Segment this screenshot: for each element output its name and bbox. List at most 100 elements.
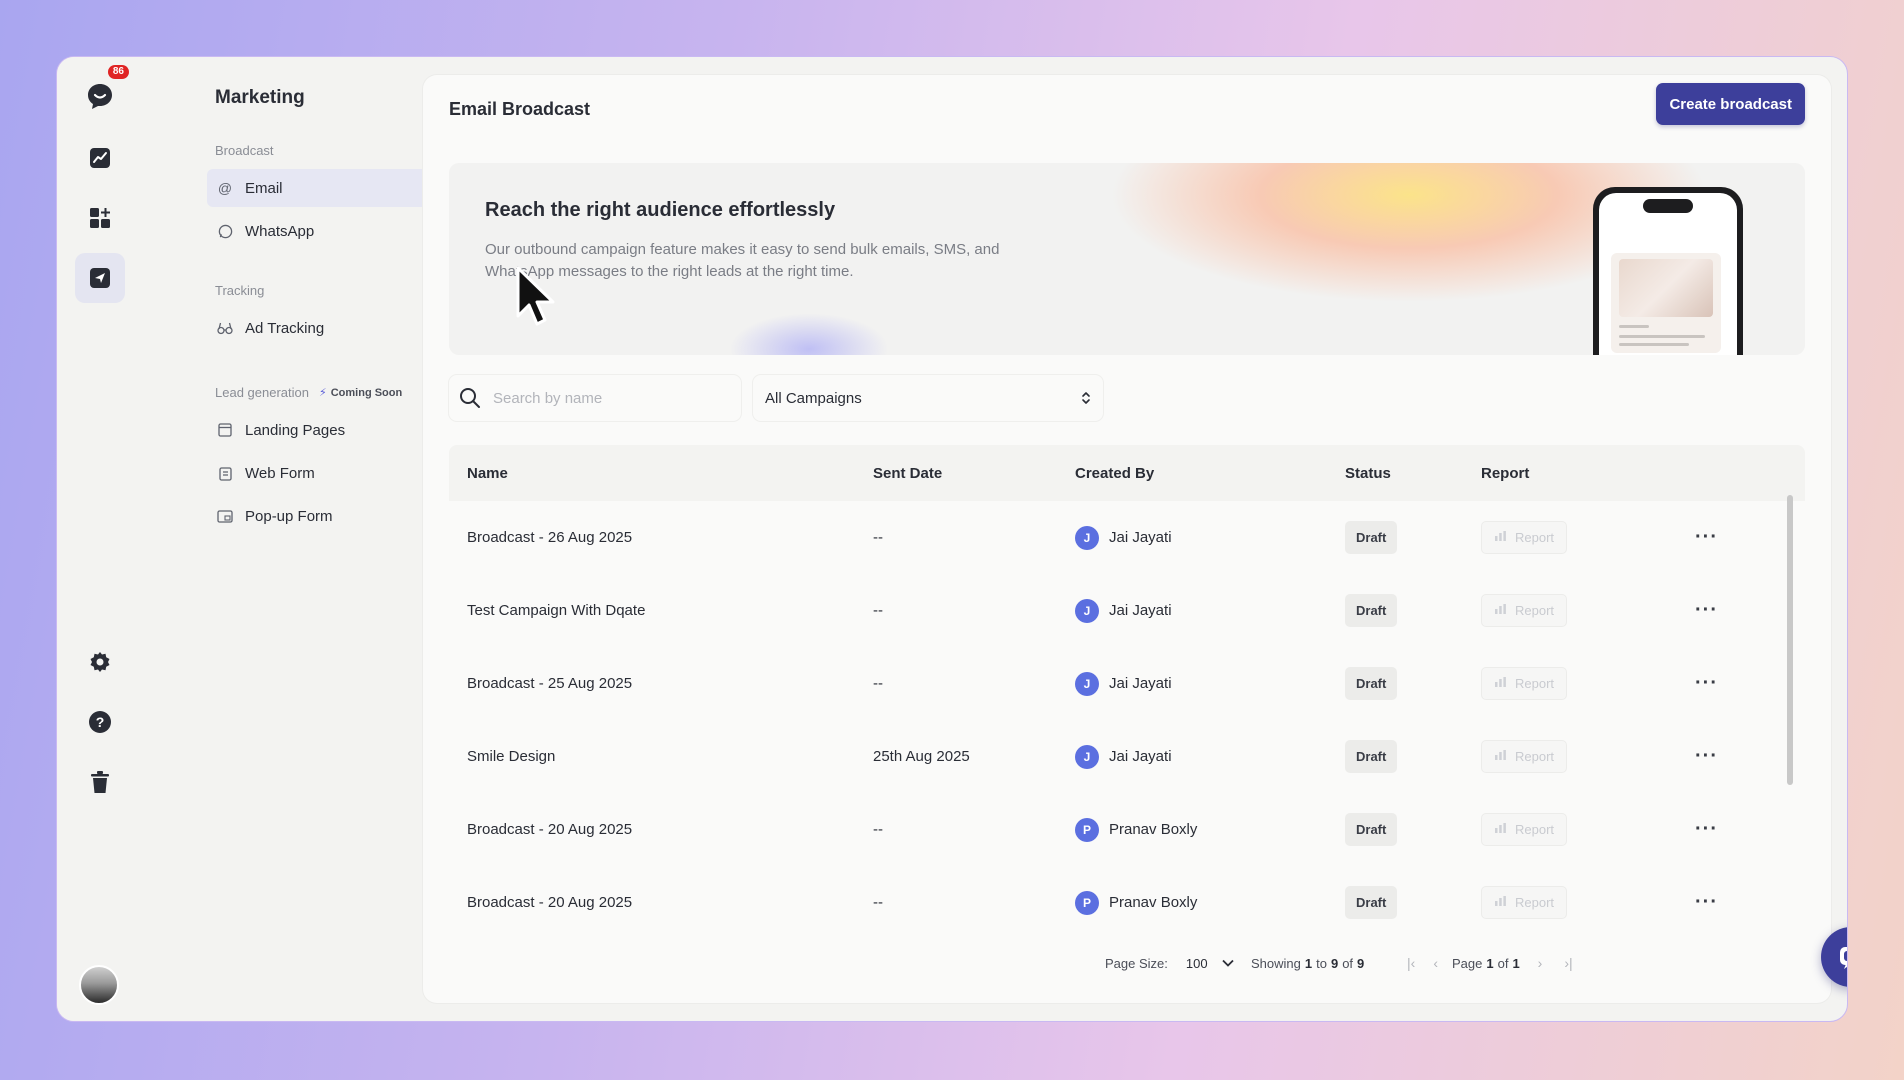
sidebar-title: Marketing bbox=[215, 87, 305, 108]
send-icon bbox=[90, 268, 110, 288]
main-panel: Email Broadcast Create broadcast Reach t… bbox=[423, 75, 1831, 1003]
chat-bubble-icon bbox=[1840, 947, 1847, 969]
sent-date: -- bbox=[873, 602, 883, 619]
search-input[interactable] bbox=[493, 389, 723, 407]
chat-logo-icon bbox=[88, 84, 112, 109]
sent-date: 25th Aug 2025 bbox=[873, 748, 970, 765]
analytics-icon bbox=[90, 148, 110, 168]
campaign-name[interactable]: Broadcast - 25 Aug 2025 bbox=[467, 647, 632, 720]
section-lead-generation: Lead generation ⚡ Coming Soon bbox=[215, 385, 402, 400]
creator-avatar: P bbox=[1075, 817, 1099, 842]
create-broadcast-button[interactable]: Create broadcast bbox=[1656, 83, 1805, 125]
table-row[interactable]: Broadcast - 20 Aug 2025 -- P Pranav Boxly Dr… bbox=[449, 793, 1805, 866]
page-size: Page Size: 100 bbox=[1105, 943, 1242, 983]
campaign-name[interactable]: Broadcast - 20 Aug 2025 bbox=[467, 793, 632, 866]
sent-date: -- bbox=[873, 675, 883, 692]
status-cell: Draft bbox=[1345, 501, 1398, 574]
broadcast-nav[interactable] bbox=[75, 253, 125, 303]
report-button[interactable]: Report bbox=[1481, 667, 1568, 700]
page-total: 1 bbox=[1512, 955, 1520, 971]
table-row[interactable]: Broadcast - 26 Aug 2025 -- J Jai Jayati Draf… bbox=[449, 501, 1805, 574]
settings-nav[interactable] bbox=[75, 637, 125, 687]
more-options-icon[interactable]: ··· bbox=[1695, 891, 1718, 914]
page-size-label: Page Size: bbox=[1105, 955, 1168, 971]
prev-page-icon[interactable]: ‹ bbox=[1433, 955, 1438, 971]
text-line bbox=[1619, 325, 1649, 328]
more-options-icon[interactable]: ··· bbox=[1695, 526, 1718, 549]
section-broadcast: Broadcast bbox=[215, 143, 274, 158]
campaign-name[interactable]: Test Campaign With Dqate bbox=[467, 574, 645, 647]
table-body: Broadcast - 26 Aug 2025 -- J Jai Jayati Draf… bbox=[449, 501, 1805, 935]
trash-nav[interactable] bbox=[75, 757, 125, 807]
creator-avatar: J bbox=[1075, 598, 1099, 623]
report-button[interactable]: Report bbox=[1481, 594, 1568, 627]
more-options-icon[interactable]: ··· bbox=[1695, 672, 1718, 695]
next-page-icon[interactable]: › bbox=[1538, 955, 1543, 971]
mouse-cursor-icon bbox=[516, 266, 555, 326]
table-row[interactable]: Test Campaign With Dqate -- J Jai Jayati Dra… bbox=[449, 574, 1805, 647]
notification-badge: 86 bbox=[107, 65, 129, 79]
last-page-icon[interactable]: ›| bbox=[1564, 955, 1572, 971]
more-options-icon[interactable]: ··· bbox=[1695, 745, 1718, 768]
creator-name: Pranav Boxly bbox=[1109, 821, 1198, 838]
created-by: J Jai Jayati bbox=[1075, 647, 1172, 720]
table-row[interactable]: Smile Design 25th Aug 2025 J Jai Jayati Draf… bbox=[449, 720, 1805, 793]
header-name[interactable]: Name bbox=[467, 445, 508, 501]
section-tracking: Tracking bbox=[215, 283, 265, 298]
bar-chart-icon bbox=[1494, 603, 1507, 618]
creator-avatar: J bbox=[1075, 525, 1099, 550]
status-cell: Draft bbox=[1345, 647, 1398, 720]
header-report[interactable]: Report bbox=[1481, 445, 1529, 501]
header-sent-date[interactable]: Sent Date bbox=[873, 445, 942, 501]
campaign-select[interactable]: All Campaigns bbox=[753, 375, 1103, 421]
campaign-name[interactable]: Broadcast - 26 Aug 2025 bbox=[467, 501, 632, 574]
bar-chart-icon bbox=[1494, 895, 1507, 910]
more-cell: ··· bbox=[1695, 720, 1718, 793]
bar-chart-icon bbox=[1494, 530, 1507, 545]
sent-date: -- bbox=[873, 894, 883, 911]
report-button[interactable]: Report bbox=[1481, 521, 1568, 554]
more-options-icon[interactable]: ··· bbox=[1695, 599, 1718, 622]
creator-name: Jai Jayati bbox=[1109, 602, 1172, 619]
header-created-by[interactable]: Created By bbox=[1075, 445, 1154, 501]
coming-soon-label: Coming Soon bbox=[330, 386, 403, 399]
report-label: Report bbox=[1515, 676, 1555, 691]
table-row[interactable]: Broadcast - 25 Aug 2025 -- J Jai Jayati Draf… bbox=[449, 647, 1805, 720]
report-button[interactable]: Report bbox=[1481, 813, 1568, 846]
coming-soon-badge: ⚡ Coming Soon bbox=[319, 386, 403, 400]
page-title: Email Broadcast bbox=[449, 99, 591, 119]
created-by: J Jai Jayati bbox=[1075, 574, 1172, 647]
phone-illustration bbox=[1593, 187, 1743, 355]
campaign-name[interactable]: Smile Design bbox=[467, 720, 555, 793]
status-cell: Draft bbox=[1345, 574, 1398, 647]
search-box bbox=[449, 375, 741, 421]
status-cell: Draft bbox=[1345, 866, 1398, 935]
more-cell: ··· bbox=[1695, 501, 1718, 574]
table-scrollbar[interactable] bbox=[1787, 495, 1793, 785]
report-button[interactable]: Report bbox=[1481, 740, 1568, 773]
help-nav[interactable]: ? bbox=[75, 697, 125, 747]
analytics-nav[interactable] bbox=[75, 133, 125, 183]
page-size-select[interactable]: 100 bbox=[1178, 952, 1242, 975]
showing-of-word: of bbox=[1342, 955, 1354, 971]
app-window: 86 ? Marketing Broadcast @ Email WhatsAp… bbox=[56, 56, 1848, 1022]
apps-nav[interactable] bbox=[75, 193, 125, 243]
report-cell: Report bbox=[1481, 793, 1568, 866]
gear-icon bbox=[90, 652, 110, 672]
table-header: Name Sent Date Created By Status Report bbox=[449, 445, 1805, 501]
report-label: Report bbox=[1515, 603, 1555, 618]
report-button[interactable]: Report bbox=[1481, 886, 1568, 919]
campaign-name[interactable]: Broadcast - 20 Aug 2025 bbox=[467, 866, 632, 935]
trash-icon bbox=[91, 771, 109, 793]
table-row[interactable]: Broadcast - 20 Aug 2025 -- P Pranav Boxly Dr… bbox=[449, 866, 1805, 935]
header-status[interactable]: Status bbox=[1345, 445, 1391, 501]
logo-button[interactable]: 86 bbox=[75, 65, 129, 121]
more-options-icon[interactable]: ··· bbox=[1695, 818, 1718, 841]
first-page-icon[interactable]: |‹ bbox=[1407, 955, 1415, 971]
created-by: J Jai Jayati bbox=[1075, 501, 1172, 574]
banner-heading: Reach the right audience effortlessly bbox=[485, 199, 836, 221]
sidebar-item-label: Pop-up Form bbox=[245, 507, 333, 525]
creator-avatar: J bbox=[1075, 744, 1099, 769]
user-avatar[interactable] bbox=[79, 965, 119, 1005]
report-label: Report bbox=[1515, 822, 1555, 837]
